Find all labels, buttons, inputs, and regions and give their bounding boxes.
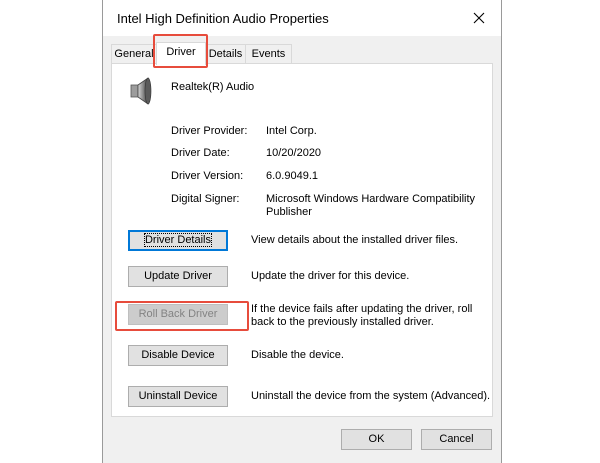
driver-provider-label: Driver Provider: — [171, 125, 248, 137]
uninstall-device-button[interactable]: Uninstall Device — [128, 386, 228, 407]
driver-panel: Realtek(R) Audio Driver Provider: Intel … — [111, 63, 493, 417]
cancel-button[interactable]: Cancel — [421, 429, 492, 450]
ok-button[interactable]: OK — [341, 429, 412, 450]
digital-signer-label: Digital Signer: — [171, 193, 240, 205]
tab-driver[interactable]: Driver — [156, 42, 206, 65]
close-button[interactable] — [457, 0, 501, 36]
driver-provider-value: Intel Corp. — [266, 125, 317, 137]
digital-signer-value: Microsoft Windows Hardware Compatibility… — [266, 193, 476, 218]
uninstall-device-description: Uninstall the device from the system (Ad… — [251, 390, 491, 402]
driver-details-description: View details about the installed driver … — [251, 234, 459, 246]
driver-date-label: Driver Date: — [171, 147, 230, 159]
disable-device-button[interactable]: Disable Device — [128, 345, 228, 366]
close-icon — [473, 12, 485, 24]
properties-dialog: Intel High Definition Audio Properties G… — [102, 0, 502, 463]
device-name: Realtek(R) Audio — [171, 81, 255, 93]
update-driver-button[interactable]: Update Driver — [128, 266, 228, 287]
tab-details[interactable]: Details — [205, 44, 246, 64]
driver-version-value: 6.0.9049.1 — [266, 170, 318, 182]
update-driver-description: Update the driver for this device. — [251, 270, 410, 282]
speaker-icon — [130, 77, 152, 105]
driver-details-label: Driver Details — [143, 233, 213, 247]
driver-date-value: 10/20/2020 — [266, 147, 322, 159]
roll-back-driver-description: If the device fails after updating the d… — [251, 303, 473, 328]
driver-version-label: Driver Version: — [171, 170, 244, 182]
title-bar: Intel High Definition Audio Properties — [103, 0, 501, 36]
tab-general[interactable]: General — [111, 44, 157, 64]
tab-events[interactable]: Events — [245, 44, 292, 64]
roll-back-driver-button[interactable]: Roll Back Driver — [128, 304, 228, 325]
disable-device-description: Disable the device. — [251, 349, 344, 361]
window-title: Intel High Definition Audio Properties — [117, 11, 329, 26]
driver-details-button[interactable]: Driver Details — [128, 230, 228, 251]
